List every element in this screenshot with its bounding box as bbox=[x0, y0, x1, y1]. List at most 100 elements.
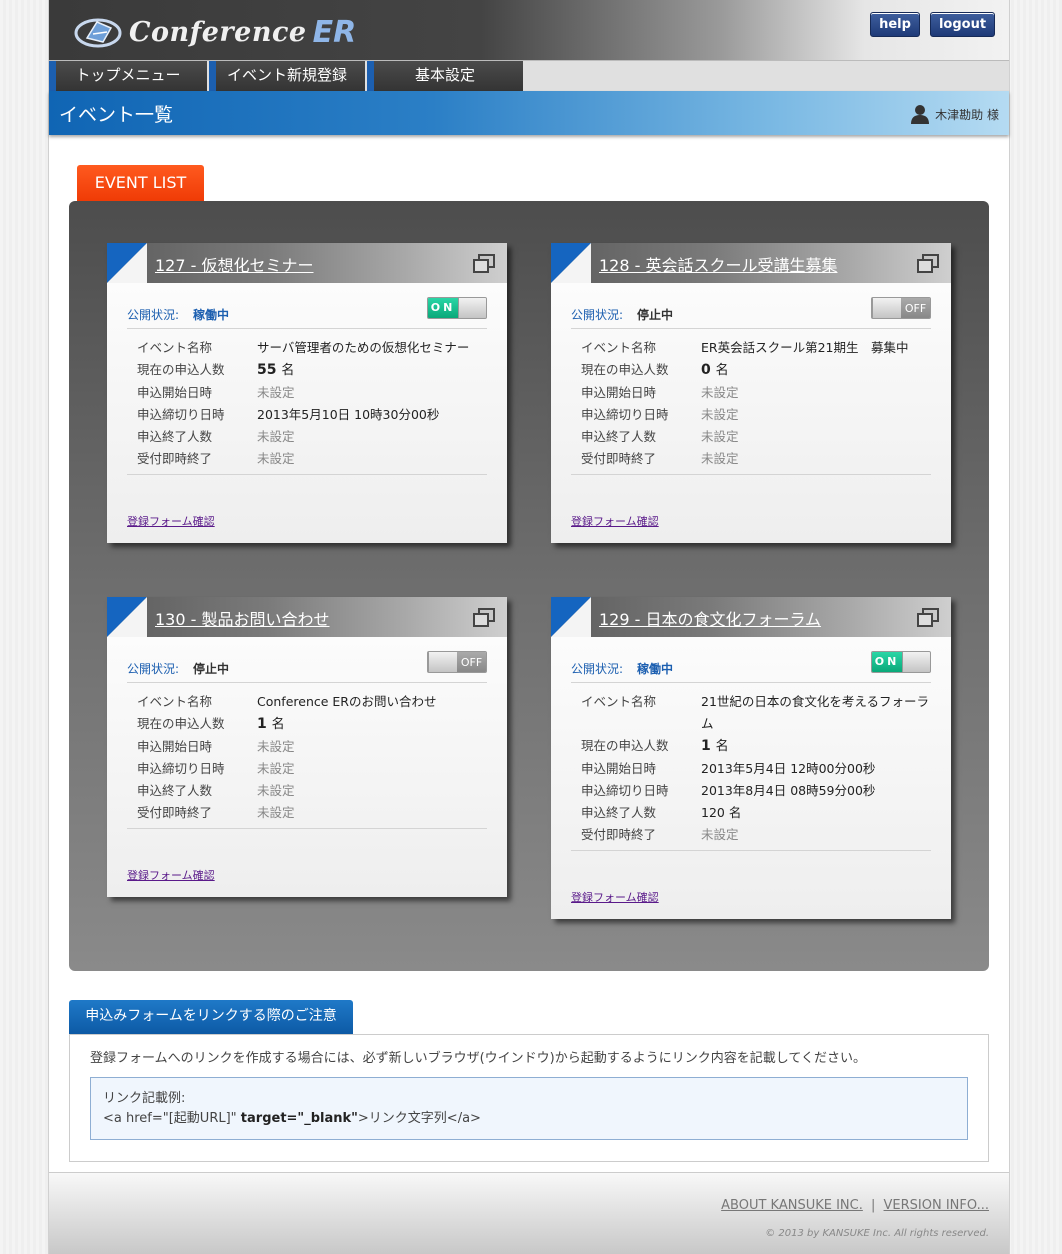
nav-new-event[interactable]: イベント新規登録 bbox=[209, 61, 365, 91]
deadline-date: 未設定 bbox=[701, 407, 739, 422]
event-info: イベント名称 21世紀の日本の食文化を考えるフォーラム 現在の申込人数 1 名 申込… bbox=[571, 683, 931, 851]
status-row: 公開状況: 稼働中 ON bbox=[571, 637, 931, 683]
auto-close: 未設定 bbox=[701, 827, 739, 842]
info-key: 申込終了人数 bbox=[137, 429, 213, 444]
page: Conference ER help logout トップメニュー イベント新規… bbox=[48, 0, 1010, 1254]
publish-toggle[interactable]: ON bbox=[427, 297, 487, 319]
toggle-off-label: OFF bbox=[901, 298, 930, 318]
publish-toggle[interactable]: OFF bbox=[871, 297, 931, 319]
form-check-link[interactable]: 登録フォーム確認 bbox=[127, 867, 487, 883]
start-date: 2013年5月4日 12時00分00秒 bbox=[701, 761, 876, 776]
info-row: 申込開始日時 未設定 bbox=[137, 736, 487, 758]
info-row: 受付即時終了 未設定 bbox=[581, 824, 931, 846]
event-info: イベント名称 ER英会話スクール第21期生 募集中 現在の申込人数 0 名 申込開始… bbox=[571, 329, 931, 475]
nav-label: 基本設定 bbox=[414, 66, 475, 84]
open-window-icon[interactable] bbox=[917, 254, 939, 274]
user-info: 木津勘助 様 bbox=[911, 104, 999, 124]
about-link[interactable]: ABOUT KANSUKE INC. bbox=[721, 1198, 863, 1213]
info-row: イベント名称 サーバ管理者のための仮想化セミナー bbox=[137, 337, 487, 359]
info-key: 申込終了人数 bbox=[581, 429, 657, 444]
info-key: 現在の申込人数 bbox=[581, 362, 669, 377]
info-row: 現在の申込人数 55 名 bbox=[137, 359, 487, 382]
card-title-link[interactable]: 129 - 日本の食文化フォーラム bbox=[599, 606, 821, 630]
info-key: 受付即時終了 bbox=[581, 827, 657, 842]
status-label: 公開状況: bbox=[127, 308, 180, 322]
limit-count: 未設定 bbox=[257, 429, 295, 444]
info-key: 申込開始日時 bbox=[581, 761, 657, 776]
publish-toggle[interactable]: ON bbox=[871, 651, 931, 673]
footer: ABOUT KANSUKE INC. | VERSION INFO... © 2… bbox=[49, 1172, 1009, 1254]
example-label: リンク記載例: bbox=[103, 1091, 186, 1106]
help-button[interactable]: help bbox=[870, 12, 920, 37]
info-row: 申込締切り日時 2013年5月10日 10時30分00秒 bbox=[137, 404, 487, 426]
info-key: 申込終了人数 bbox=[137, 783, 213, 798]
toggle-knob bbox=[428, 652, 458, 672]
corner-icon bbox=[551, 597, 591, 637]
form-check-link[interactable]: 登録フォーム確認 bbox=[571, 889, 931, 905]
link-example-box: リンク記載例: <a href="[起動URL]" target="_blank… bbox=[90, 1077, 968, 1140]
nav-marker bbox=[49, 61, 56, 91]
limit-count: 120 名 bbox=[701, 805, 742, 820]
toggle-knob bbox=[458, 298, 486, 318]
status-value: 稼働中 bbox=[193, 308, 230, 322]
info-row: イベント名称 21世紀の日本の食文化を考えるフォーラム bbox=[581, 691, 931, 735]
status-label: 公開状況: bbox=[127, 662, 180, 676]
status-row: 公開状況: 稼働中 ON bbox=[127, 283, 487, 329]
status-value: 稼働中 bbox=[637, 662, 674, 676]
open-window-icon[interactable] bbox=[917, 608, 939, 628]
auto-close: 未設定 bbox=[257, 805, 295, 820]
info-key: 申込締切り日時 bbox=[137, 761, 225, 776]
info-key: イベント名称 bbox=[581, 694, 657, 709]
nav-marker bbox=[367, 61, 374, 91]
status-label: 公開状況: bbox=[571, 662, 624, 676]
auto-close: 未設定 bbox=[257, 451, 295, 466]
nav-label: イベント新規登録 bbox=[226, 66, 347, 84]
toggle-knob bbox=[902, 652, 930, 672]
info-row: 申込締切り日時 未設定 bbox=[581, 404, 931, 426]
info-key: 申込締切り日時 bbox=[581, 783, 669, 798]
logout-button[interactable]: logout bbox=[930, 12, 995, 37]
applicant-count: 1 名 bbox=[257, 716, 285, 732]
info-key: 受付即時終了 bbox=[137, 451, 213, 466]
notice-box: 登録フォームへのリンクを作成する場合には、必ず新しいブラウザ(ウインドウ)から起… bbox=[69, 1034, 989, 1162]
open-window-icon[interactable] bbox=[473, 254, 495, 274]
user-name: 木津勘助 様 bbox=[935, 107, 999, 122]
applicant-count: 55 名 bbox=[257, 362, 295, 378]
copyright: © 2013 by KANSUKE Inc. All rights reserv… bbox=[765, 1228, 989, 1239]
info-key: 申込締切り日時 bbox=[581, 407, 669, 422]
event-list-panel: 127 - 仮想化セミナー 公開状況: 稼働中 ON イベント名称 サーバ管理者の… bbox=[69, 201, 989, 971]
start-date: 未設定 bbox=[257, 739, 295, 754]
publish-toggle[interactable]: OFF bbox=[427, 651, 487, 673]
info-row: 申込開始日時 未設定 bbox=[137, 382, 487, 404]
form-check-link[interactable]: 登録フォーム確認 bbox=[571, 513, 931, 529]
form-check-link[interactable]: 登録フォーム確認 bbox=[127, 513, 487, 529]
event-list-tab: EVENT LIST bbox=[77, 165, 204, 202]
info-row: 申込締切り日時 未設定 bbox=[137, 758, 487, 780]
card-title-link[interactable]: 128 - 英会話スクール受講生募集 bbox=[599, 252, 838, 276]
applicant-count: 0 名 bbox=[701, 362, 729, 378]
corner-icon bbox=[551, 243, 591, 283]
status-value: 停止中 bbox=[193, 662, 230, 676]
event-name: ER英会話スクール第21期生 募集中 bbox=[701, 340, 909, 355]
info-row: 申込終了人数 未設定 bbox=[137, 426, 487, 448]
footer-links: ABOUT KANSUKE INC. | VERSION INFO... bbox=[721, 1198, 989, 1213]
card-header: 130 - 製品お問い合わせ bbox=[107, 597, 507, 637]
header: Conference ER help logout bbox=[49, 0, 1009, 60]
status-row: 公開状況: 停止中 OFF bbox=[127, 637, 487, 683]
card-title-link[interactable]: 130 - 製品お問い合わせ bbox=[155, 606, 330, 630]
version-info-link[interactable]: VERSION INFO... bbox=[884, 1198, 989, 1213]
status-row: 公開状況: 停止中 OFF bbox=[571, 283, 931, 329]
nav-top-menu[interactable]: トップメニュー bbox=[49, 61, 207, 91]
event-name: サーバ管理者のための仮想化セミナー bbox=[257, 340, 470, 355]
card-title-link[interactable]: 127 - 仮想化セミナー bbox=[155, 252, 314, 276]
toggle-on-label: ON bbox=[872, 652, 902, 672]
deadline-date: 2013年8月4日 08時59分00秒 bbox=[701, 783, 876, 798]
info-row: 受付即時終了 未設定 bbox=[137, 448, 487, 470]
open-window-icon[interactable] bbox=[473, 608, 495, 628]
nav-settings[interactable]: 基本設定 bbox=[367, 61, 523, 91]
start-date: 未設定 bbox=[701, 385, 739, 400]
info-key: 現在の申込人数 bbox=[581, 738, 669, 753]
info-key: イベント名称 bbox=[137, 340, 213, 355]
info-key: 申込終了人数 bbox=[581, 805, 657, 820]
event-name: 21世紀の日本の食文化を考えるフォーラム bbox=[701, 694, 930, 731]
